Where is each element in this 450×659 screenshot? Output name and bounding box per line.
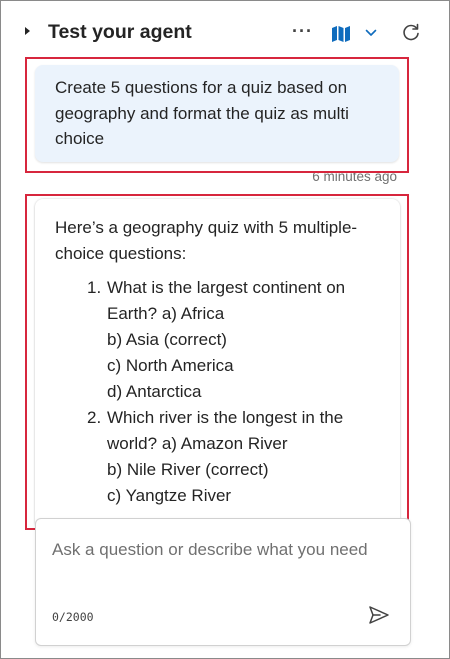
answer-option: c) North America [107, 356, 234, 375]
message-composer[interactable]: Ask a question or describe what you need… [35, 518, 411, 646]
question-number: 2. [87, 408, 102, 427]
question-text: What is the largest continent on Earth? [107, 278, 346, 323]
quiz-question: 1. What is the largest continent on Eart… [87, 275, 382, 405]
character-counter: 0/2000 [52, 610, 94, 624]
answer-option: c) Yangtze River [107, 486, 232, 505]
user-message-text: Create 5 questions for a quiz based on g… [55, 78, 349, 148]
more-options-button[interactable]: ··· [292, 22, 313, 40]
answer-option: b) Asia (correct) [107, 330, 227, 349]
panel-header: Test your agent ··· [1, 1, 449, 63]
answer-option: a) Africa [161, 304, 225, 323]
question-number: 1. [87, 278, 102, 297]
answer-option: d) Antarctica [107, 382, 202, 401]
map-icon[interactable] [331, 25, 351, 43]
test-agent-panel: Test your agent ··· Create 5 questions f… [0, 0, 450, 659]
send-icon[interactable] [368, 605, 390, 625]
quiz-question: 2. Which river is the longest in the wor… [87, 405, 382, 509]
bot-intro-text: Here’s a geography quiz with 5 multiple-… [55, 218, 358, 263]
refresh-icon[interactable] [401, 23, 421, 43]
answer-option: a) Amazon River [161, 434, 288, 453]
panel-title: Test your agent [48, 21, 192, 43]
message-input[interactable]: Ask a question or describe what you need [52, 537, 372, 563]
user-message-bubble: Create 5 questions for a quiz based on g… [35, 65, 399, 162]
bot-response-bubble: Here’s a geography quiz with 5 multiple-… [35, 199, 400, 529]
chevron-down-icon[interactable] [365, 29, 377, 37]
collapse-caret-icon[interactable] [25, 27, 30, 35]
answer-option: b) Nile River (correct) [107, 460, 269, 479]
message-timestamp: 6 minutes ago [312, 169, 397, 184]
